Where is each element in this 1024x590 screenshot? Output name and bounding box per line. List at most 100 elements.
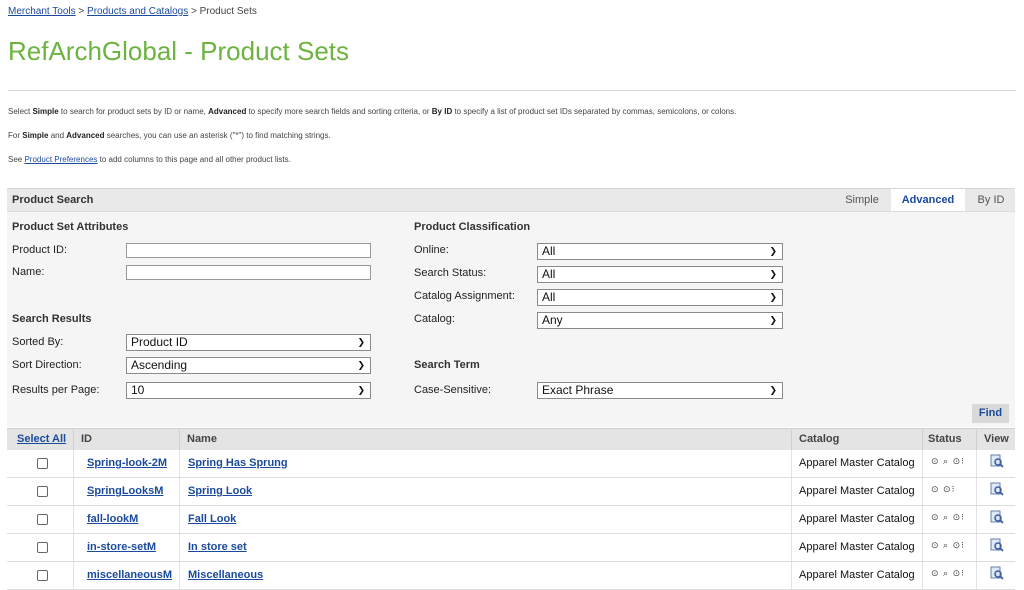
table-row: SpringLooksM Spring Look Apparel Master … <box>7 478 1015 506</box>
product-set-id-link[interactable]: SpringLooksM <box>87 485 163 497</box>
catalog-cell: Apparel Master Catalog <box>799 513 915 525</box>
column-divider <box>73 478 74 505</box>
column-divider <box>73 562 74 589</box>
sorted-by-value: Product ID <box>131 335 188 349</box>
row-checkbox[interactable] <box>37 514 48 525</box>
product-set-id-link[interactable]: fall-lookM <box>87 513 138 525</box>
product-set-name-link[interactable]: Miscellaneous <box>188 569 263 581</box>
catalog-assignment-select[interactable]: All ❯ <box>537 289 783 306</box>
breadcrumb-current: Product Sets <box>199 6 257 17</box>
tab-by-id[interactable]: By ID <box>967 189 1015 211</box>
row-checkbox[interactable] <box>37 458 48 469</box>
results-table-header: Select All ID Name Catalog Status View <box>7 428 1015 451</box>
chevron-down-icon: ❯ <box>357 385 365 395</box>
search-results-heading: Search Results <box>12 313 92 325</box>
search-status-select[interactable]: All ❯ <box>537 266 783 283</box>
tab-advanced[interactable]: Advanced <box>891 189 965 211</box>
sorted-by-select[interactable]: Product ID ❯ <box>126 334 371 351</box>
product-set-name-link[interactable]: Spring Look <box>188 485 252 497</box>
column-divider <box>976 429 977 450</box>
info-text: to search for product sets by ID or name… <box>58 107 209 116</box>
chevron-down-icon: ❯ <box>357 337 365 347</box>
info-line-1: Select Simple to search for product sets… <box>8 107 736 116</box>
catalog-select[interactable]: Any ❯ <box>537 312 783 329</box>
catalog-cell: Apparel Master Catalog <box>799 457 915 469</box>
results-per-page-select[interactable]: 10 ❯ <box>126 382 371 399</box>
chevron-down-icon: ❯ <box>769 292 777 302</box>
product-set-name-link[interactable]: Fall Look <box>188 513 236 525</box>
product-preferences-link[interactable]: Product Preferences <box>24 155 97 164</box>
table-row: in-store-setM In store set Apparel Maste… <box>7 534 1015 562</box>
row-checkbox[interactable] <box>37 542 48 553</box>
catalog-value: Any <box>542 313 563 327</box>
catalog-assignment-value: All <box>542 290 556 304</box>
catalog-cell: Apparel Master Catalog <box>799 569 915 581</box>
product-set-attributes-heading: Product Set Attributes <box>12 221 129 233</box>
product-set-id-link[interactable]: Spring-look-2M <box>87 457 167 469</box>
info-text: searches, you can use an asterisk ("*") … <box>104 131 331 140</box>
search-status-value: All <box>542 267 556 281</box>
view-details-icon[interactable] <box>990 482 1004 496</box>
table-row: Spring-look-2M Spring Has Sprung Apparel… <box>7 450 1015 478</box>
column-divider <box>791 429 792 450</box>
column-divider <box>922 506 923 533</box>
info-bold: Advanced <box>66 131 105 140</box>
column-catalog[interactable]: Catalog <box>799 433 839 445</box>
table-row: miscellaneousM Miscellaneous Apparel Mas… <box>7 562 1015 590</box>
view-details-icon[interactable] <box>990 510 1004 524</box>
product-set-id-link[interactable]: miscellaneousM <box>87 569 172 581</box>
info-text: to specify more search fields and sortin… <box>246 107 432 116</box>
column-divider <box>791 562 792 589</box>
column-select-all: Select All <box>17 433 66 445</box>
select-all-link[interactable]: Select All <box>17 433 66 445</box>
info-text: to add columns to this page and all othe… <box>97 155 291 164</box>
column-divider <box>976 562 977 589</box>
online-select[interactable]: All ❯ <box>537 243 783 260</box>
column-divider <box>73 506 74 533</box>
chevron-down-icon: ❯ <box>357 360 365 370</box>
search-term-heading: Search Term <box>414 359 480 371</box>
column-name[interactable]: Name <box>187 433 217 445</box>
status-icons: ⊙ ⌕ ⊙⁝ <box>931 456 965 466</box>
column-divider <box>922 478 923 505</box>
breadcrumb-merchant-tools[interactable]: Merchant Tools <box>8 6 76 17</box>
results-per-page-value: 10 <box>131 383 145 397</box>
info-text: For <box>8 131 23 140</box>
column-divider <box>179 478 180 505</box>
column-divider <box>179 562 180 589</box>
tab-simple[interactable]: Simple <box>837 189 887 211</box>
column-divider <box>922 450 923 477</box>
product-id-input[interactable] <box>126 243 371 258</box>
sort-direction-select[interactable]: Ascending ❯ <box>126 357 371 374</box>
column-id[interactable]: ID <box>81 433 92 445</box>
page-title: RefArchGlobal - Product Sets <box>8 36 350 66</box>
product-set-name-link[interactable]: In store set <box>188 541 247 553</box>
column-divider <box>179 429 180 450</box>
view-details-icon[interactable] <box>990 454 1004 468</box>
case-sensitive-select[interactable]: Exact Phrase ❯ <box>537 382 783 399</box>
column-divider <box>922 429 923 450</box>
column-divider <box>791 450 792 477</box>
case-sensitive-value: Exact Phrase <box>542 383 614 397</box>
info-line-3: See Product Preferences to add columns t… <box>8 155 291 164</box>
view-details-icon[interactable] <box>990 538 1004 552</box>
status-icons: ⊙ ⌕ ⊙⁝ <box>931 568 965 578</box>
catalog-cell: Apparel Master Catalog <box>799 541 915 553</box>
row-checkbox[interactable] <box>37 486 48 497</box>
row-checkbox[interactable] <box>37 570 48 581</box>
catalog-cell: Apparel Master Catalog <box>799 485 915 497</box>
product-set-id-link[interactable]: in-store-setM <box>87 541 156 553</box>
column-divider <box>179 450 180 477</box>
breadcrumb-separator: > <box>188 6 200 17</box>
sort-direction-value: Ascending <box>131 358 188 372</box>
column-divider <box>73 429 74 450</box>
results-per-page-label: Results per Page: <box>12 384 100 396</box>
product-id-label: Product ID: <box>12 244 68 256</box>
view-details-icon[interactable] <box>990 566 1004 580</box>
product-set-name-link[interactable]: Spring Has Sprung <box>188 457 288 469</box>
name-label: Name: <box>12 266 45 278</box>
column-divider <box>791 478 792 505</box>
name-input[interactable] <box>126 265 371 280</box>
breadcrumb-products-and-catalogs[interactable]: Products and Catalogs <box>87 6 188 17</box>
find-button[interactable]: Find <box>972 404 1009 423</box>
